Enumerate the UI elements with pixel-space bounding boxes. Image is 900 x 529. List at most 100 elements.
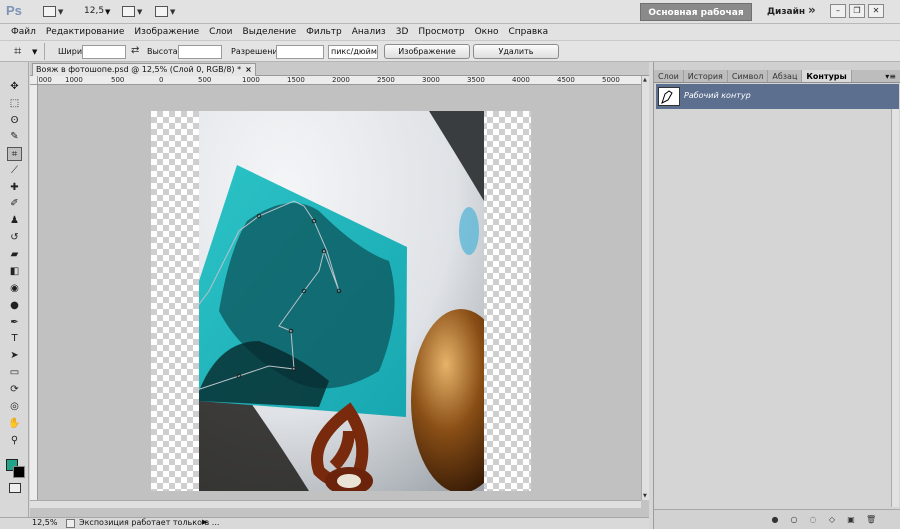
document-window: Вояж в фотошопе.psd @ 12,5% (Слой 0, RGB…: [30, 62, 649, 517]
load-as-selection-icon[interactable]: ◌: [808, 515, 818, 524]
hand-tool-icon[interactable]: ✋: [7, 417, 22, 431]
close-tab-icon[interactable]: ×: [245, 64, 252, 76]
double-chevron-right-icon[interactable]: »: [808, 3, 816, 17]
menu-help[interactable]: Справка: [503, 27, 553, 37]
front-image-button[interactable]: Изображение: [384, 44, 470, 59]
photoshop-logo: Ps: [6, 3, 22, 18]
menu-filter[interactable]: Фильтр: [301, 27, 347, 37]
3d-orbit-tool-icon[interactable]: ◎: [7, 400, 22, 414]
status-info-icon[interactable]: [66, 519, 75, 528]
tab-character[interactable]: Символ: [728, 70, 769, 82]
marquee-tool-icon[interactable]: ⬚: [7, 97, 22, 111]
tab-paragraph[interactable]: Абзац: [768, 70, 803, 82]
new-path-icon[interactable]: ▣: [846, 515, 856, 524]
make-work-path-icon[interactable]: ◇: [827, 515, 837, 524]
move-tool-icon[interactable]: ✥: [7, 80, 22, 94]
zoom-dropdown-icon[interactable]: ▼: [105, 8, 110, 16]
width-input[interactable]: [82, 45, 126, 59]
swap-dimensions-icon[interactable]: ⇄: [131, 45, 139, 56]
panel-scrollbar[interactable]: [891, 109, 899, 507]
panel-menu-icon[interactable]: ▾≡: [885, 70, 896, 83]
ruler-label: 1000: [242, 76, 260, 84]
ruler-label: 1000: [65, 76, 83, 84]
type-tool-icon[interactable]: T: [7, 332, 22, 346]
document-tab[interactable]: Вояж в фотошопе.psd @ 12,5% (Слой 0, RGB…: [32, 63, 256, 76]
3d-rotate-tool-icon[interactable]: ⟳: [7, 383, 22, 397]
eyedropper-tool-icon[interactable]: ⟋: [7, 164, 22, 178]
horizontal-scrollbar[interactable]: [30, 500, 641, 508]
menu-view[interactable]: Просмотр: [413, 27, 469, 37]
background-color-swatch[interactable]: [13, 466, 25, 478]
blur-tool-icon[interactable]: ◉: [7, 282, 22, 296]
resolution-input[interactable]: [276, 45, 324, 59]
ruler-label: 3500: [467, 76, 485, 84]
dropdown-arrow-icon: ▼: [170, 7, 176, 16]
minimize-button[interactable]: –: [830, 4, 846, 18]
menu-edit[interactable]: Редактирование: [41, 27, 130, 37]
horizontal-ruler[interactable]: 1000 500 1000 500 0 500 1000 1500 2000 2…: [38, 76, 641, 85]
tool-preset-dropdown-icon[interactable]: ▼: [32, 48, 37, 56]
bridge-button[interactable]: ▼: [43, 5, 63, 18]
vertical-ruler[interactable]: [30, 85, 38, 500]
menu-image[interactable]: Изображение: [129, 27, 204, 37]
work-path-row[interactable]: Рабочий контур: [656, 84, 899, 109]
arrange-documents-button[interactable]: ▼: [122, 5, 142, 18]
close-button[interactable]: ✕: [868, 4, 884, 18]
lasso-tool-icon[interactable]: ʘ: [7, 114, 22, 128]
menu-analysis[interactable]: Анализ: [347, 27, 391, 37]
quick-mask-icon[interactable]: [9, 483, 21, 493]
blue-object: [459, 207, 479, 255]
ruler-label: 2500: [377, 76, 395, 84]
status-menu-arrow-icon[interactable]: ▶: [202, 518, 207, 526]
zoom-tool-icon[interactable]: ⚲: [7, 434, 22, 448]
gradient-tool-icon[interactable]: ◧: [7, 265, 22, 279]
shape-tool-icon[interactable]: ▭: [7, 366, 22, 380]
tab-paths[interactable]: Контуры: [802, 70, 852, 82]
workspace-design-link[interactable]: Дизайн: [767, 7, 805, 17]
path-thumbnail: [658, 87, 680, 106]
pen-tool-icon[interactable]: ✒: [7, 316, 22, 330]
height-input[interactable]: [178, 45, 222, 59]
crop-tool-icon[interactable]: ⌗: [14, 44, 21, 59]
menu-window[interactable]: Окно: [470, 27, 504, 37]
status-zoom[interactable]: 12,5%: [32, 518, 57, 527]
crop-tool-icon[interactable]: ⌗: [7, 147, 22, 161]
history-brush-tool-icon[interactable]: ↺: [7, 231, 22, 245]
menu-select[interactable]: Выделение: [238, 27, 302, 37]
tab-layers[interactable]: Слои: [654, 70, 684, 82]
menu-file[interactable]: Файл: [6, 27, 41, 37]
ruler-label: 1500: [287, 76, 305, 84]
menu-3d[interactable]: 3D: [391, 27, 414, 37]
scroll-up-icon[interactable]: ▲: [643, 77, 647, 83]
vertical-scrollbar[interactable]: ▲ ▼: [641, 76, 649, 500]
tool-options-bar: ⌗ ▼ Ширина: ⇄ Высота: Разрешение: пикс/д…: [0, 40, 900, 62]
dropdown-arrow-icon: ▼: [58, 7, 64, 16]
menu-layers[interactable]: Слои: [204, 27, 237, 37]
workspace-essentials-button[interactable]: Основная рабочая среда: [640, 3, 752, 36]
height-label: Высота:: [147, 47, 181, 56]
restore-button[interactable]: ❐: [849, 4, 865, 18]
scroll-down-icon[interactable]: ▼: [643, 493, 647, 499]
delete-path-icon[interactable]: 🗑: [866, 515, 876, 524]
fill-path-icon[interactable]: ●: [770, 515, 780, 524]
dropdown-arrow-icon: ▼: [137, 7, 143, 16]
canvas-area[interactable]: [38, 85, 641, 500]
eraser-tool-icon[interactable]: ▰: [7, 248, 22, 262]
path-name[interactable]: Рабочий контур: [684, 91, 751, 100]
clone-stamp-tool-icon[interactable]: ♟: [7, 214, 22, 228]
tab-history[interactable]: История: [684, 70, 728, 82]
ruler-origin[interactable]: [30, 76, 38, 85]
resolution-unit-select[interactable]: пикс/дюйм ▾: [328, 45, 378, 59]
panel-tabs: Слои История Символ Абзац Контуры: [654, 70, 900, 83]
ruler-label: 500: [198, 76, 212, 84]
path-selection-tool-icon[interactable]: ➤: [7, 349, 22, 363]
screen-mode-button[interactable]: ▼: [155, 5, 175, 18]
document-photo[interactable]: [199, 111, 484, 491]
quick-select-tool-icon[interactable]: ✎: [7, 130, 22, 144]
clear-button[interactable]: Удалить: [473, 44, 559, 59]
dodge-tool-icon[interactable]: ●: [7, 299, 22, 313]
healing-brush-tool-icon[interactable]: ✚: [7, 181, 22, 195]
zoom-level-value[interactable]: 12,5: [84, 6, 104, 16]
brush-tool-icon[interactable]: ✐: [7, 197, 22, 211]
stroke-path-icon[interactable]: ○: [789, 515, 799, 524]
